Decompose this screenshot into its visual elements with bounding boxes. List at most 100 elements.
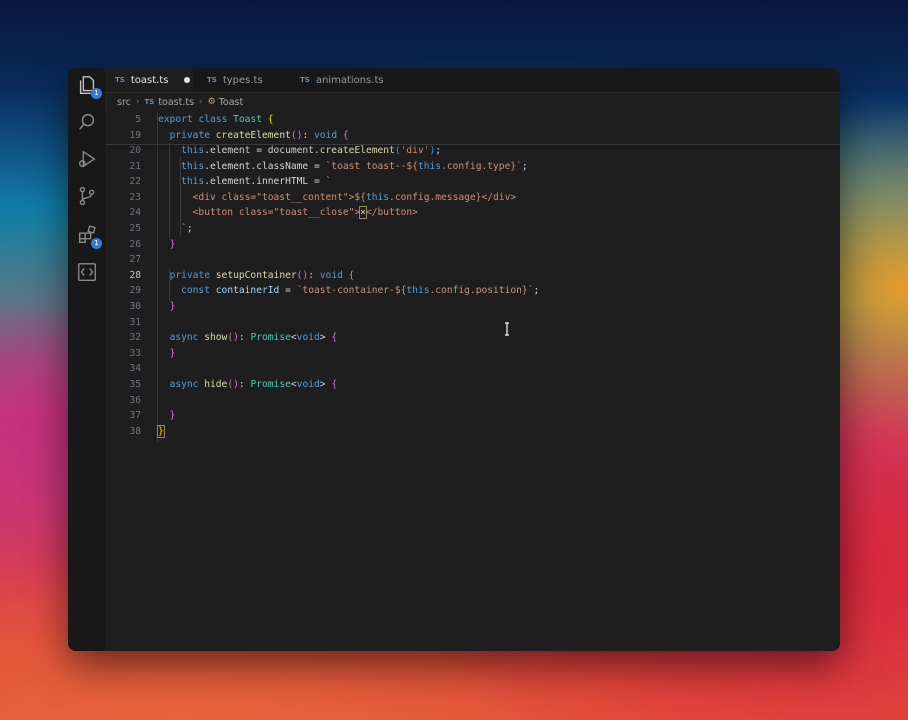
tab-bar: TS toast.ts TS types.ts TS animations.ts [105, 68, 840, 93]
breadcrumb-folder[interactable]: src [117, 97, 131, 108]
code-line[interactable]: 20 this.element = document.createElement… [105, 143, 840, 159]
chevron-right-icon: › [199, 97, 203, 107]
code-line[interactable]: 35 async hide(): Promise<void> { [105, 377, 840, 393]
code-line[interactable]: 38} [105, 424, 840, 440]
run-debug-icon[interactable] [76, 148, 98, 170]
code-line[interactable]: 22 this.element.innerHTML = ` [105, 174, 840, 190]
code-token: createElement [215, 129, 291, 141]
code-line[interactable]: 29 const containerId = `toast-container-… [105, 283, 840, 299]
code-line[interactable]: 25 `; [105, 221, 840, 237]
code-line[interactable]: 37 } [105, 408, 840, 424]
code-token: ; [435, 145, 442, 156]
extensions-badge: 1 [91, 238, 102, 249]
code-line[interactable]: 27 [105, 252, 840, 268]
line-number: 34 [129, 363, 141, 375]
chevron-right-icon: › [135, 97, 140, 107]
code-text: } [157, 424, 165, 440]
code-text: this.element.innerHTML = ` [158, 174, 331, 190]
editor-window: 1 1 TS toast.ts TS types.ts TS animation… [68, 68, 840, 651]
code-token: <div class="toast__content">${ [192, 191, 366, 203]
code-token: Toast [233, 114, 268, 125]
code-token: `toast toast--${ [325, 160, 418, 172]
typescript-icon: TS [115, 76, 125, 84]
code-token: .element.innerHTML = [204, 176, 326, 188]
line-number: 19 [129, 129, 141, 141]
activity-bar: 1 1 [68, 68, 106, 651]
line-number: 28 [129, 269, 141, 281]
code-line[interactable]: 33 } [105, 346, 840, 362]
code-token: = [279, 285, 297, 297]
search-icon[interactable] [76, 111, 98, 133]
source-control-icon[interactable] [76, 185, 98, 207]
code-token: ` [325, 176, 332, 188]
code-editor[interactable]: 5 export class Toast {19 private createEl… [105, 112, 840, 651]
code-line[interactable]: 23 <div class="toast__content">${this.co… [105, 190, 840, 206]
extensions-icon[interactable]: 1 [76, 224, 102, 249]
code-line[interactable]: 21 this.element.className = `toast toast… [105, 159, 840, 175]
code-token: } [169, 410, 176, 422]
breadcrumb-file[interactable]: toast.ts [158, 97, 194, 108]
code-token: { [331, 379, 338, 390]
code-text: this.element = document.createElement('d… [158, 143, 441, 159]
line-number: 5 [135, 114, 141, 125]
remote-icon[interactable] [76, 261, 98, 283]
code-text: export class Toast { [158, 112, 274, 128]
files-icon[interactable]: 1 [76, 74, 102, 99]
code-token: > [319, 379, 332, 390]
code-line[interactable]: 32 async show(): Promise<void> { [105, 330, 840, 346]
code-line[interactable]: 31 [105, 315, 840, 331]
code-line[interactable]: 5 export class Toast { [105, 112, 840, 128]
tab-animations-ts[interactable]: TS animations.ts [300, 68, 384, 92]
code-text: <div class="toast__content">${this.confi… [158, 190, 516, 206]
code-text: `; [158, 221, 193, 237]
code-line[interactable]: 24 <button class="toast__close">×</butto… [105, 205, 840, 221]
code-text: private createElement(): void { [158, 128, 349, 144]
code-token: { [348, 269, 355, 281]
code-line[interactable]: 34 [105, 361, 840, 377]
code-token: void [296, 379, 320, 390]
text-cursor-icon [505, 322, 509, 336]
typescript-icon: TS [144, 98, 155, 106]
code-line[interactable]: 36 [105, 393, 840, 409]
line-number: 33 [129, 347, 141, 359]
line-number: 26 [129, 238, 141, 250]
code-text: } [158, 346, 176, 362]
breadcrumb-symbol[interactable]: Toast [219, 97, 244, 108]
code-token: } [169, 347, 176, 359]
code-token: .element = document. [204, 145, 320, 156]
code-token: () [227, 379, 239, 390]
code-token: show [204, 332, 228, 344]
code-token: containerId [215, 285, 280, 297]
tab-toast-ts[interactable]: TS toast.ts [105, 68, 193, 92]
code-text: async show(): Promise<void> { [158, 330, 338, 346]
code-token: private [169, 269, 216, 281]
code-text: const containerId = `toast-container-${t… [158, 283, 539, 299]
code-token: () [227, 332, 239, 344]
tab-types-ts[interactable]: TS types.ts [207, 68, 263, 92]
code-token: .config.type}` [441, 160, 522, 172]
code-token: .config.position}` [429, 285, 534, 297]
code-token: Promise [250, 332, 291, 344]
line-number: 38 [129, 425, 141, 437]
unsaved-dot-icon[interactable] [184, 77, 191, 83]
code-token: : [302, 129, 314, 141]
code-text: private setupContainer(): void { [158, 268, 355, 284]
tab-label: toast.ts [130, 74, 169, 86]
line-number: 36 [129, 394, 141, 406]
code-token: { [331, 332, 338, 344]
line-number: 22 [129, 176, 141, 188]
code-line[interactable]: 26 } [105, 237, 840, 253]
code-text: } [158, 237, 176, 253]
code-line[interactable]: 30 } [105, 299, 840, 315]
code-line[interactable]: 28 private setupContainer(): void { [105, 268, 840, 284]
code-line[interactable]: 19 private createElement(): void { [105, 128, 840, 144]
